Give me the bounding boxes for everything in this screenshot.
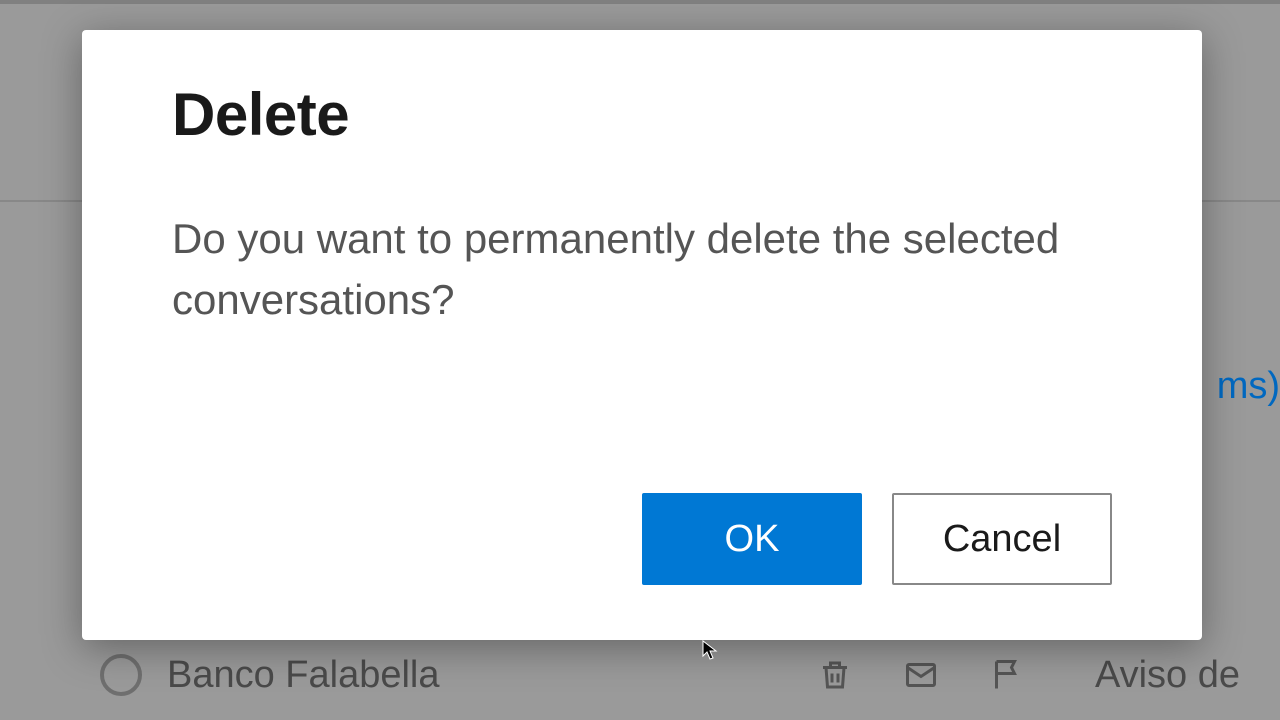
envelope-icon	[903, 657, 939, 693]
ok-button[interactable]: OK	[642, 493, 862, 585]
dialog-button-row: OK Cancel	[172, 493, 1112, 585]
email-sender: Banco Falabella	[167, 654, 787, 697]
dialog-title: Delete	[172, 80, 1112, 149]
email-subject: Aviso de	[1095, 654, 1240, 697]
email-action-icons	[817, 657, 1025, 693]
selection-circle-icon	[100, 654, 142, 696]
cancel-button[interactable]: Cancel	[892, 493, 1112, 585]
delete-confirmation-dialog: Delete Do you want to permanently delete…	[82, 30, 1202, 640]
background-divider	[0, 0, 1280, 4]
flag-icon	[989, 657, 1025, 693]
background-link-text: ms)	[1217, 365, 1280, 408]
trash-icon	[817, 657, 853, 693]
background-email-row: Banco Falabella Aviso de	[0, 630, 1280, 720]
dialog-message: Do you want to permanently delete the se…	[172, 209, 1112, 453]
